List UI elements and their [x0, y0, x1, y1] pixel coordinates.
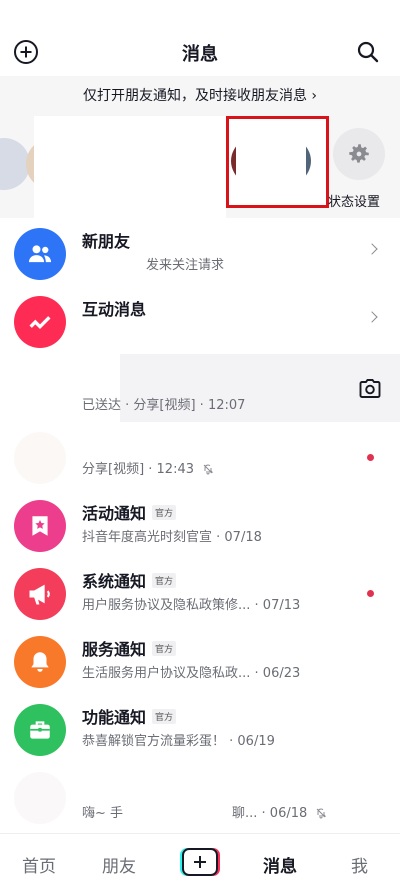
list-item-chat[interactable]: 分享[视频] · 12:43 — [0, 422, 400, 490]
nav-home[interactable]: 首页 — [22, 852, 56, 877]
redacted-avatar — [0, 422, 70, 490]
list-item-interactions[interactable]: 互动消息 — [0, 286, 400, 354]
official-badge: 官方 — [152, 505, 177, 520]
highlighted-story-avatar[interactable] — [226, 116, 329, 208]
nav-me[interactable]: 我 — [351, 852, 368, 877]
bottom-nav: 首页 朋友 消息 我 — [0, 833, 400, 888]
gear-icon — [349, 144, 369, 163]
item-subtitle-text: 聊... · 06/18 — [232, 806, 308, 821]
megaphone-icon — [14, 568, 66, 620]
item-title-text: 活动通知 — [82, 504, 147, 523]
item-title: 服务通知 官方 — [82, 636, 177, 660]
item-subtitle-left: 嗨~ 手 — [82, 806, 124, 821]
list-item-system-notice[interactable]: 系统通知 官方 用户服务协议及隐私政策修... · 07/13 — [0, 558, 400, 626]
page-title: 消息 — [182, 44, 218, 65]
nav-friends[interactable]: 朋友 — [102, 852, 136, 877]
list-item-activity-notice[interactable]: 活动通知 官方 抖音年度高光时刻官宣 · 07/18 — [0, 490, 400, 558]
status-row: 状态设置 — [0, 116, 400, 218]
users-icon — [14, 228, 66, 280]
list-item-chat[interactable]: 嗨~ 手 聊... · 06/18 — [0, 762, 400, 830]
official-badge: 官方 — [152, 709, 177, 724]
zigzag-icon — [14, 296, 66, 348]
top-bar: 消息 — [0, 0, 400, 76]
item-subtitle: 抖音年度高光时刻官宣 · 07/18 — [82, 530, 262, 545]
official-badge: 官方 — [152, 573, 177, 588]
chevron-right-icon — [366, 243, 378, 255]
status-settings-button[interactable] — [333, 128, 385, 180]
list-item-service-notice[interactable]: 服务通知 官方 生活服务用户协议及隐私政... · 06/23 — [0, 626, 400, 694]
camera-icon[interactable] — [358, 377, 382, 401]
official-badge: 官方 — [152, 641, 177, 656]
item-title: 功能通知 官方 — [82, 704, 177, 728]
chevron-right-icon — [366, 311, 378, 323]
item-title: 系统通知 官方 — [82, 568, 177, 592]
item-subtitle-text: 分享[视频] · 12:43 — [82, 462, 195, 477]
list-item-feature-notice[interactable]: 功能通知 官方 恭喜解锁官方流量彩蛋！ · 06/19 — [0, 694, 400, 762]
item-title-text: 服务通知 — [82, 640, 147, 659]
story-avatar[interactable] — [231, 131, 311, 191]
star-bookmark-icon — [14, 500, 66, 552]
item-title: 互动消息 — [82, 300, 147, 319]
unread-dot — [367, 454, 374, 461]
nav-messages[interactable]: 消息 — [263, 852, 297, 877]
item-title: 新朋友 — [82, 232, 131, 251]
status-settings-label: 状态设置 — [328, 195, 381, 210]
item-subtitle: 恭喜解锁官方流量彩蛋！ · 06/19 — [82, 734, 275, 749]
briefcase-icon — [14, 704, 66, 756]
list-item-new-friends[interactable]: 新朋友 发来关注请求 — [0, 218, 400, 286]
item-title: 活动通知 官方 — [82, 500, 177, 524]
unread-dot — [367, 590, 374, 597]
item-title-text: 系统通知 — [82, 572, 147, 591]
friend-notification-banner[interactable]: 仅打开朋友通知，及时接收朋友消息 › — [0, 76, 400, 116]
mute-icon — [203, 464, 214, 475]
item-subtitle: 已送达 · 分享[视频] · 12:07 — [82, 398, 246, 413]
redacted-area — [34, 116, 226, 218]
item-subtitle: 分享[视频] · 12:43 — [82, 458, 214, 477]
search-icon[interactable] — [356, 40, 380, 64]
mute-icon — [317, 808, 327, 819]
item-subtitle: 生活服务用户协议及隐私政... · 06/23 — [82, 666, 301, 681]
item-subtitle: 发来关注请求 — [146, 258, 225, 273]
item-title-text: 功能通知 — [82, 708, 147, 727]
item-subtitle: 聊... · 06/18 — [232, 802, 327, 821]
list-item-chat[interactable]: 已送达 · 分享[视频] · 12:07 — [0, 354, 400, 422]
item-subtitle: 用户服务协议及隐私政策修... · 07/13 — [82, 598, 301, 613]
nav-add-button[interactable] — [182, 848, 218, 876]
redacted-avatar — [0, 762, 70, 830]
bell-icon — [14, 636, 66, 688]
